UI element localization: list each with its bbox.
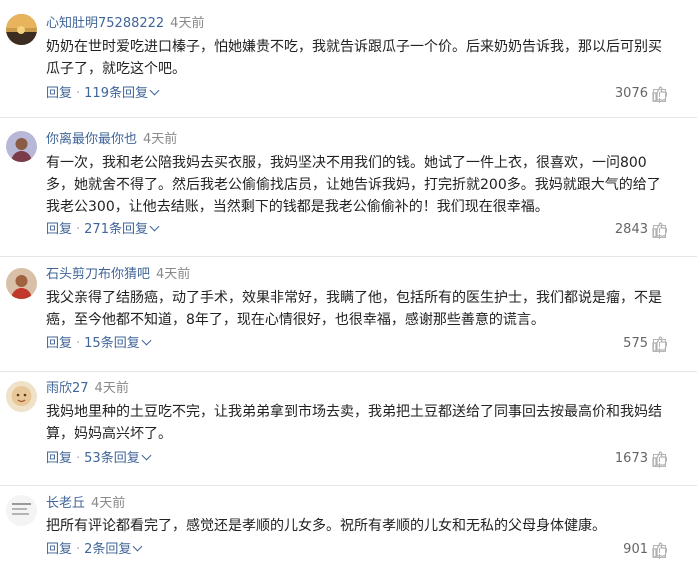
like-count: 575 — [623, 336, 648, 351]
chevron-down-icon — [141, 450, 152, 461]
comment-line: 奶奶在世时爱吃进口榛子，怕她嫌贵不吃，我就告诉跟瓜子一个价。后来奶奶告诉我，那以… — [46, 39, 662, 55]
avatar[interactable] — [6, 495, 37, 526]
comment-time: 4天前 — [156, 267, 191, 282]
report-icon[interactable] — [653, 339, 666, 352]
person2-avatar-icon — [6, 268, 37, 299]
view-replies-button[interactable]: 53条回复 — [84, 450, 152, 466]
comment-item: 心知肚明75288222 4天前 奶奶在世时爱吃进口榛子，怕她嫌贵不吃，我就告诉跟… — [0, 0, 697, 117]
comment-line: 我老公300，让他去结账，当然剩下的钱都是我老公偷偷补的！我们现在很幸福。 — [46, 199, 549, 215]
username[interactable]: 你离最你最你也 — [46, 132, 137, 147]
comment-feed: 心知肚明75288222 4天前 奶奶在世时爱吃进口榛子，怕她嫌贵不吃，我就告诉跟… — [0, 0, 697, 586]
comment-item: 雨欣27 4天前 我妈地里种的土豆吃不完，让我弟弟拿到市场去卖，我弟把土豆都送给了… — [0, 372, 697, 485]
username[interactable]: 雨欣27 — [46, 381, 89, 396]
chevron-down-icon — [141, 335, 152, 346]
username[interactable]: 石头剪刀布你猜吧 — [46, 267, 150, 282]
chevron-down-icon — [132, 541, 143, 552]
avatar[interactable] — [6, 14, 37, 45]
replies-count: 53条回复 — [84, 451, 140, 466]
comment-body: 把所有评论都看完了，感觉还是孝顺的儿女多。祝所有孝顺的儿女和无私的父母身体健康。 — [46, 515, 668, 537]
comment-body: 我妈地里种的土豆吃不完，让我弟弟拿到市场去卖，我弟把土豆都送给了同事回去按最高价… — [46, 401, 668, 445]
reply-button[interactable]: 回复 — [46, 542, 72, 557]
report-icon[interactable] — [653, 545, 666, 558]
comment-line: 算，妈妈高兴坏了。 — [46, 426, 172, 442]
comment-line: 把所有评论都看完了，感觉还是孝顺的儿女多。祝所有孝顺的儿女和无私的父母身体健康。 — [46, 518, 606, 534]
comment-time: 4天前 — [143, 132, 178, 147]
like-count: 3076 — [614, 86, 648, 101]
view-replies-button[interactable]: 15条回复 — [84, 335, 152, 351]
comment-item: 石头剪刀布你猜吧 4天前 我父亲得了结肠癌，动了手术，效果非常好，我瞒了他，包括所… — [0, 257, 697, 371]
comment-line: 我父亲得了结肠癌，动了手术，效果非常好，我瞒了他，包括所有的医生护士，我们都说是… — [46, 290, 662, 306]
report-icon[interactable] — [653, 225, 666, 238]
reply-button[interactable]: 回复 — [46, 222, 72, 237]
chevron-down-icon — [149, 221, 160, 232]
comment-time: 4天前 — [170, 16, 205, 31]
reply-button[interactable]: 回复 — [46, 451, 72, 466]
avatar[interactable] — [6, 131, 37, 162]
reply-button[interactable]: 回复 — [46, 86, 72, 101]
chevron-down-icon — [149, 85, 160, 96]
comment-body: 有一次，我和老公陪我妈去买衣服，我妈坚决不用我们的钱。她试了一件上衣，很喜欢，一… — [46, 152, 668, 218]
view-replies-button[interactable]: 119条回复 — [84, 85, 160, 101]
comment-line: 瓜子了，就吃这个吧。 — [46, 61, 186, 77]
username[interactable]: 心知肚明75288222 — [46, 16, 164, 31]
person-avatar-icon — [6, 131, 37, 162]
view-replies-button[interactable]: 2条回复 — [84, 541, 143, 557]
like-count: 2843 — [614, 222, 648, 237]
doc-avatar-icon — [6, 495, 37, 526]
avatar[interactable] — [6, 381, 37, 412]
comment-body: 我父亲得了结肠癌，动了手术，效果非常好，我瞒了他，包括所有的医生护士，我们都说是… — [46, 287, 668, 331]
comment-time: 4天前 — [94, 381, 129, 396]
reply-button[interactable]: 回复 — [46, 336, 72, 351]
like-count: 901 — [623, 542, 648, 557]
cartoon-avatar-icon — [6, 381, 37, 412]
comment-line: 多，她就舍不得了。然后我老公偷偷找店员，让她告诉我妈，打完折就200多。我妈就跟… — [46, 177, 661, 193]
comment-item: 你离最你最你也 4天前 有一次，我和老公陪我妈去买衣服，我妈坚决不用我们的钱。她试… — [0, 118, 697, 256]
comment-item: 长老丘 4天前 把所有评论都看完了，感觉还是孝顺的儿女多。祝所有孝顺的儿女和无私的… — [0, 486, 697, 586]
report-icon[interactable] — [653, 89, 666, 102]
view-replies-button[interactable]: 271条回复 — [84, 221, 160, 237]
like-count: 1673 — [614, 451, 648, 466]
comment-body: 奶奶在世时爱吃进口榛子，怕她嫌贵不吃，我就告诉跟瓜子一个价。后来奶奶告诉我，那以… — [46, 36, 668, 80]
replies-count: 2条回复 — [84, 542, 132, 557]
comment-line: 有一次，我和老公陪我妈去买衣服，我妈坚决不用我们的钱。她试了一件上衣，很喜欢，一… — [46, 155, 647, 171]
comment-line: 癌，至今他都不知道，8年了，现在心情很好，也很幸福，感谢那些善意的谎言。 — [46, 312, 545, 328]
sunset-avatar-icon — [6, 14, 37, 45]
comment-line: 我妈地里种的土豆吃不完，让我弟弟拿到市场去卖，我弟把土豆都送给了同事回去按最高价… — [46, 404, 662, 420]
replies-count: 271条回复 — [84, 222, 148, 237]
avatar[interactable] — [6, 268, 37, 299]
replies-count: 119条回复 — [84, 86, 148, 101]
username[interactable]: 长老丘 — [46, 496, 85, 511]
replies-count: 15条回复 — [84, 336, 140, 351]
report-icon[interactable] — [653, 454, 666, 467]
comment-time: 4天前 — [91, 496, 126, 511]
